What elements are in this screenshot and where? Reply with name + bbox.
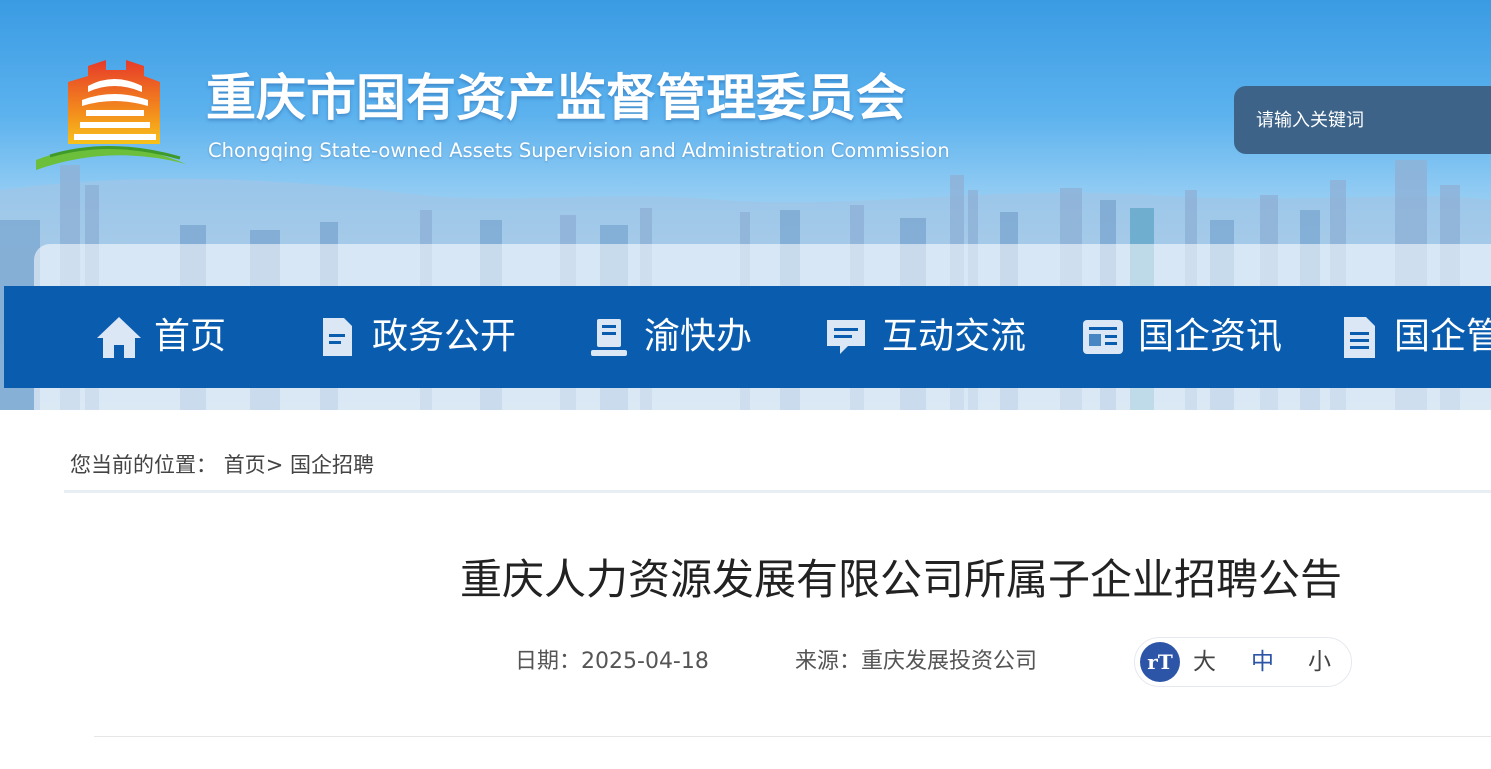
nav-label-home: 首页 <box>154 316 227 357</box>
file-lines-icon <box>1334 312 1384 362</box>
font-size-icon: rT <box>1140 642 1180 682</box>
main-nav: 首页 政务公开 渝快办 互动交流 国企资讯 国企管 <box>4 286 1491 388</box>
content-divider <box>94 736 1491 737</box>
nav-item-soe-management[interactable]: 国企管 <box>1334 286 1491 388</box>
nav-item-yukuaiban[interactable]: 渝快办 <box>584 286 752 388</box>
breadcrumb-prefix: 您当前的位置： <box>70 453 217 477</box>
article-source: 来源：重庆发展投资公司 <box>795 646 1037 678</box>
source-value: 重庆发展投资公司 <box>861 649 1038 674</box>
site-title: 重庆市国有资产监督管理委员会 <box>206 69 906 127</box>
breadcrumb-link-home[interactable]: 首页 <box>224 453 266 477</box>
nav-label-government-affairs: 政务公开 <box>372 316 517 357</box>
search-box <box>1234 86 1491 154</box>
chat-icon <box>822 312 872 362</box>
nav-item-soe-news[interactable]: 国企资讯 <box>1078 286 1282 388</box>
news-card-icon <box>1078 312 1128 362</box>
nav-item-government-affairs[interactable]: 政务公开 <box>312 286 516 388</box>
nav-item-interaction[interactable]: 互动交流 <box>822 286 1026 388</box>
font-size-medium[interactable]: 中 <box>1251 646 1274 678</box>
article-date: 日期：2025-04-18 <box>515 646 709 678</box>
breadcrumb-divider <box>64 490 1491 493</box>
logo-emblem-icon <box>36 60 186 170</box>
breadcrumb: 您当前的位置： 首页> 国企招聘 <box>70 450 374 480</box>
document-icon <box>312 312 362 362</box>
article-title: 重庆人力资源发展有限公司所属子企业招聘公告 <box>460 555 1343 604</box>
nav-label-soe-management: 国企管 <box>1394 316 1491 357</box>
nav-label-soe-news: 国企资讯 <box>1138 316 1283 357</box>
date-value: 2025-04-18 <box>581 649 709 674</box>
nav-label-yukuaiban: 渝快办 <box>644 316 753 357</box>
nav-item-home[interactable]: 首页 <box>94 286 226 388</box>
font-size-large[interactable]: 大 <box>1193 646 1216 678</box>
book-stand-icon <box>584 312 634 362</box>
font-size-small[interactable]: 小 <box>1308 646 1331 678</box>
date-label: 日期： <box>515 649 582 674</box>
breadcrumb-link-current[interactable]: 国企招聘 <box>290 453 374 477</box>
site-subtitle: Chongqing State-owned Assets Supervision… <box>208 139 950 162</box>
search-input[interactable] <box>1256 104 1476 136</box>
source-label: 来源： <box>795 649 862 674</box>
nav-label-interaction: 互动交流 <box>882 316 1027 357</box>
breadcrumb-separator: > <box>265 453 284 477</box>
home-icon <box>94 312 144 362</box>
font-size-switcher: rT 大 中 小 <box>1134 637 1352 687</box>
